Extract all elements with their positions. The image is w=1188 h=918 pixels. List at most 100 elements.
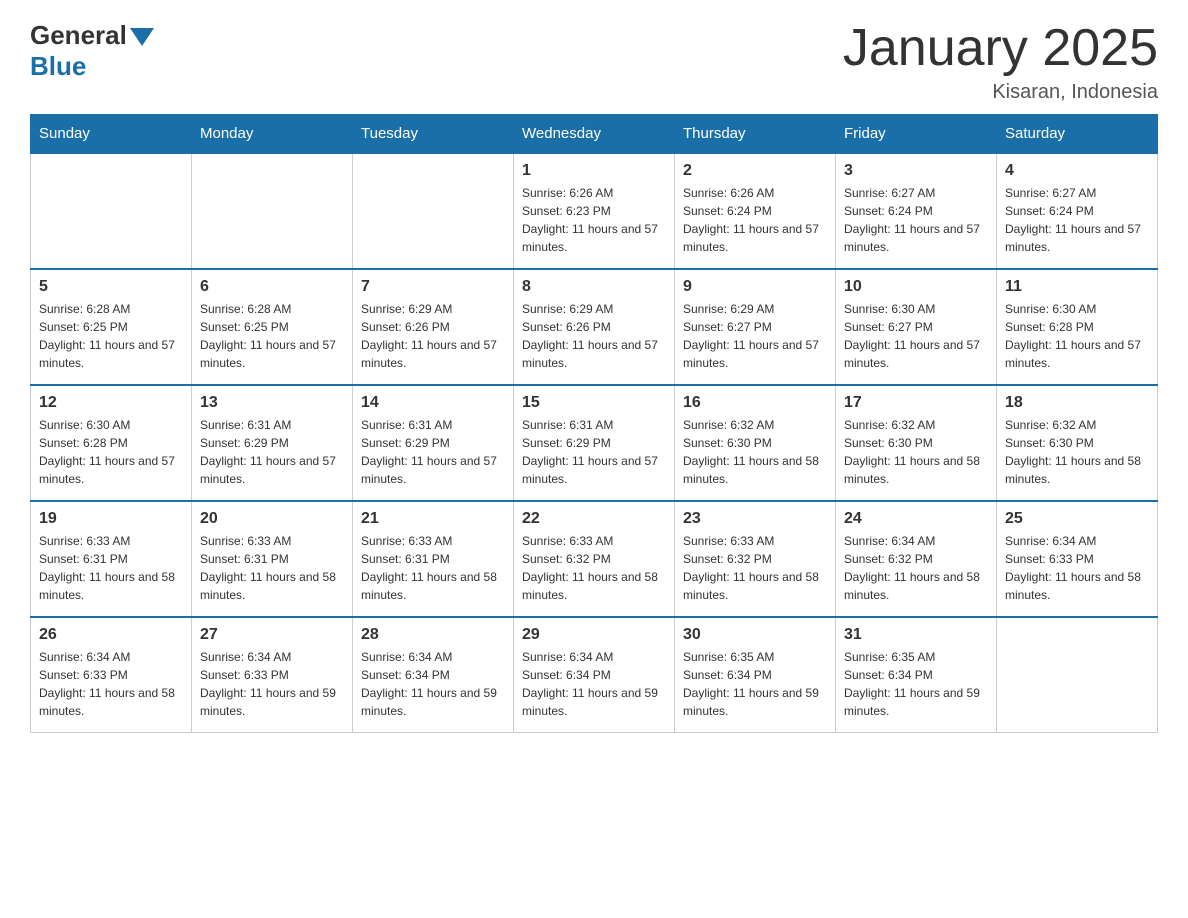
calendar-cell: 14Sunrise: 6:31 AMSunset: 6:29 PMDayligh… — [353, 385, 514, 501]
calendar-cell: 29Sunrise: 6:34 AMSunset: 6:34 PMDayligh… — [514, 617, 675, 733]
calendar-cell: 4 Sunrise: 6:27 AMSunset: 6:24 PMDaylight… — [997, 153, 1158, 269]
calendar-week-row: 26 Sunrise: 6:34 AMSunset: 6:33 PMDayligh… — [31, 617, 1158, 733]
day-number: 16 — [683, 394, 827, 412]
weekday-header-sunday: Sunday — [31, 115, 192, 154]
calendar-cell: 28 Sunrise: 6:34 AMSunset: 6:34 PMDayligh… — [353, 617, 514, 733]
calendar-cell: 21 Sunrise: 6:33 AMSunset: 6:31 PMDayligh… — [353, 501, 514, 617]
calendar-cell: 5Sunrise: 6:28 AMSunset: 6:25 PMDaylight… — [31, 269, 192, 385]
day-info: Sunrise: 6:29 AMSunset: 6:26 PMDaylight:… — [361, 300, 505, 372]
day-info: Sunrise: 6:35 AMSunset: 6:34 PMDaylight:… — [844, 648, 988, 720]
day-info: Sunrise: 6:31 AMSunset: 6:29 PMDaylight:… — [522, 416, 666, 488]
day-number: 1 — [522, 162, 666, 180]
calendar-cell: 1 Sunrise: 6:26 AMSunset: 6:23 PMDaylight… — [514, 153, 675, 269]
calendar-cell: 17 Sunrise: 6:32 AMSunset: 6:30 PMDayligh… — [836, 385, 997, 501]
day-info: Sunrise: 6:26 AMSunset: 6:23 PMDaylight:… — [522, 184, 666, 256]
calendar-cell: 6 Sunrise: 6:28 AMSunset: 6:25 PMDaylight… — [192, 269, 353, 385]
location-text: Kisaran, Indonesia — [843, 81, 1158, 104]
calendar-cell: 18 Sunrise: 6:32 AMSunset: 6:30 PMDayligh… — [997, 385, 1158, 501]
day-number: 2 — [683, 162, 827, 180]
day-number: 31 — [844, 626, 988, 644]
day-number: 6 — [200, 278, 344, 296]
calendar-week-row: 19 Sunrise: 6:33 AMSunset: 6:31 PMDayligh… — [31, 501, 1158, 617]
day-number: 12 — [39, 394, 183, 412]
day-number: 3 — [844, 162, 988, 180]
day-number: 5 — [39, 278, 183, 296]
day-number: 15 — [522, 394, 666, 412]
day-number: 21 — [361, 510, 505, 528]
day-info: Sunrise: 6:30 AMSunset: 6:28 PMDaylight:… — [1005, 300, 1149, 372]
day-info: Sunrise: 6:29 AMSunset: 6:27 PMDaylight:… — [683, 300, 827, 372]
calendar-cell: 9 Sunrise: 6:29 AMSunset: 6:27 PMDaylight… — [675, 269, 836, 385]
day-info: Sunrise: 6:33 AMSunset: 6:31 PMDaylight:… — [200, 532, 344, 604]
weekday-header-row: SundayMondayTuesdayWednesdayThursdayFrid… — [31, 115, 1158, 154]
day-info: Sunrise: 6:32 AMSunset: 6:30 PMDaylight:… — [844, 416, 988, 488]
day-number: 27 — [200, 626, 344, 644]
day-info: Sunrise: 6:27 AMSunset: 6:24 PMDaylight:… — [844, 184, 988, 256]
weekday-header-wednesday: Wednesday — [514, 115, 675, 154]
day-number: 18 — [1005, 394, 1149, 412]
page-header: General Blue January 2025 Kisaran, Indon… — [30, 20, 1158, 104]
title-block: January 2025 Kisaran, Indonesia — [843, 20, 1158, 104]
calendar-cell: 13Sunrise: 6:31 AMSunset: 6:29 PMDayligh… — [192, 385, 353, 501]
calendar-cell: 22Sunrise: 6:33 AMSunset: 6:32 PMDayligh… — [514, 501, 675, 617]
day-info: Sunrise: 6:26 AMSunset: 6:24 PMDaylight:… — [683, 184, 827, 256]
day-info: Sunrise: 6:32 AMSunset: 6:30 PMDaylight:… — [1005, 416, 1149, 488]
day-number: 14 — [361, 394, 505, 412]
day-number: 20 — [200, 510, 344, 528]
calendar-cell: 8 Sunrise: 6:29 AMSunset: 6:26 PMDaylight… — [514, 269, 675, 385]
day-info: Sunrise: 6:34 AMSunset: 6:34 PMDaylight:… — [522, 648, 666, 720]
weekday-header-tuesday: Tuesday — [353, 115, 514, 154]
day-info: Sunrise: 6:27 AMSunset: 6:24 PMDaylight:… — [1005, 184, 1149, 256]
day-number: 11 — [1005, 278, 1149, 296]
calendar-cell: 11 Sunrise: 6:30 AMSunset: 6:28 PMDayligh… — [997, 269, 1158, 385]
weekday-header-saturday: Saturday — [997, 115, 1158, 154]
calendar-cell: 25 Sunrise: 6:34 AMSunset: 6:33 PMDayligh… — [997, 501, 1158, 617]
calendar-cell: 15 Sunrise: 6:31 AMSunset: 6:29 PMDayligh… — [514, 385, 675, 501]
day-number: 4 — [1005, 162, 1149, 180]
day-info: Sunrise: 6:30 AMSunset: 6:27 PMDaylight:… — [844, 300, 988, 372]
day-info: Sunrise: 6:33 AMSunset: 6:32 PMDaylight:… — [522, 532, 666, 604]
calendar-table: SundayMondayTuesdayWednesdayThursdayFrid… — [30, 114, 1158, 733]
day-number: 28 — [361, 626, 505, 644]
day-info: Sunrise: 6:28 AMSunset: 6:25 PMDaylight:… — [200, 300, 344, 372]
day-info: Sunrise: 6:34 AMSunset: 6:33 PMDaylight:… — [1005, 532, 1149, 604]
day-number: 17 — [844, 394, 988, 412]
calendar-cell: 27 Sunrise: 6:34 AMSunset: 6:33 PMDayligh… — [192, 617, 353, 733]
logo-blue-text: Blue — [30, 51, 86, 82]
weekday-header-friday: Friday — [836, 115, 997, 154]
day-number: 25 — [1005, 510, 1149, 528]
calendar-cell: 2 Sunrise: 6:26 AMSunset: 6:24 PMDaylight… — [675, 153, 836, 269]
weekday-header-thursday: Thursday — [675, 115, 836, 154]
day-info: Sunrise: 6:33 AMSunset: 6:31 PMDaylight:… — [361, 532, 505, 604]
calendar-cell — [997, 617, 1158, 733]
day-info: Sunrise: 6:34 AMSunset: 6:34 PMDaylight:… — [361, 648, 505, 720]
day-number: 26 — [39, 626, 183, 644]
day-number: 19 — [39, 510, 183, 528]
day-number: 7 — [361, 278, 505, 296]
day-info: Sunrise: 6:34 AMSunset: 6:33 PMDaylight:… — [39, 648, 183, 720]
day-info: Sunrise: 6:30 AMSunset: 6:28 PMDaylight:… — [39, 416, 183, 488]
calendar-cell: 23Sunrise: 6:33 AMSunset: 6:32 PMDayligh… — [675, 501, 836, 617]
logo-triangle-icon — [130, 28, 154, 46]
logo-blue-part — [127, 28, 154, 44]
day-info: Sunrise: 6:29 AMSunset: 6:26 PMDaylight:… — [522, 300, 666, 372]
day-number: 10 — [844, 278, 988, 296]
calendar-week-row: 1 Sunrise: 6:26 AMSunset: 6:23 PMDaylight… — [31, 153, 1158, 269]
calendar-cell: 3 Sunrise: 6:27 AMSunset: 6:24 PMDaylight… — [836, 153, 997, 269]
calendar-cell — [353, 153, 514, 269]
day-number: 13 — [200, 394, 344, 412]
calendar-cell: 31 Sunrise: 6:35 AMSunset: 6:34 PMDayligh… — [836, 617, 997, 733]
calendar-cell: 30 Sunrise: 6:35 AMSunset: 6:34 PMDayligh… — [675, 617, 836, 733]
day-number: 30 — [683, 626, 827, 644]
day-info: Sunrise: 6:32 AMSunset: 6:30 PMDaylight:… — [683, 416, 827, 488]
month-title: January 2025 — [843, 20, 1158, 77]
logo: General Blue — [30, 20, 154, 82]
day-number: 9 — [683, 278, 827, 296]
calendar-cell: 10 Sunrise: 6:30 AMSunset: 6:27 PMDayligh… — [836, 269, 997, 385]
calendar-cell: 20 Sunrise: 6:33 AMSunset: 6:31 PMDayligh… — [192, 501, 353, 617]
day-info: Sunrise: 6:34 AMSunset: 6:33 PMDaylight:… — [200, 648, 344, 720]
day-number: 8 — [522, 278, 666, 296]
day-info: Sunrise: 6:35 AMSunset: 6:34 PMDaylight:… — [683, 648, 827, 720]
day-number: 24 — [844, 510, 988, 528]
calendar-cell — [31, 153, 192, 269]
